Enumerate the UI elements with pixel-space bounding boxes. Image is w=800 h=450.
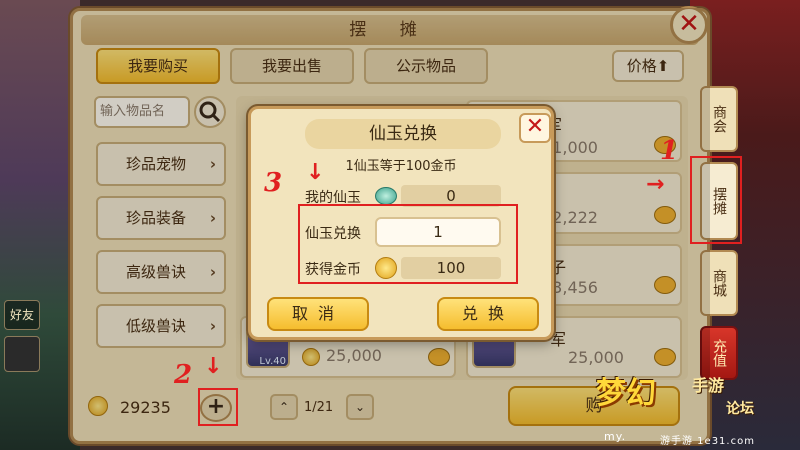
- annotation-number: 3: [264, 168, 283, 198]
- arrow-right-icon: →: [646, 172, 665, 197]
- game-logo: 梦幻 手游 论坛 my. 游手游 1e31.com: [596, 368, 796, 448]
- exchange-rate-text: 1仙玉等于100金币: [345, 159, 457, 174]
- annotation-box-add-button: [198, 388, 238, 426]
- exchange-button[interactable]: 兑换: [437, 297, 539, 331]
- close-icon[interactable]: ✕: [519, 113, 551, 143]
- logo-forum: 论坛: [726, 401, 754, 417]
- arrow-down-icon: ↓: [204, 354, 223, 379]
- annotation-box-stall-tab: [690, 156, 742, 244]
- chat-icon[interactable]: [4, 336, 40, 372]
- arrow-down-icon: ↓: [306, 160, 325, 185]
- cancel-button[interactable]: 取消: [267, 297, 369, 331]
- logo-title: 梦幻: [596, 376, 656, 411]
- jade-icon: [375, 187, 397, 205]
- logo-watermark: 游手游 1e31.com: [660, 436, 755, 447]
- logo-url: my.: [604, 430, 627, 443]
- logo-subtitle: 手游: [692, 376, 725, 395]
- friends-chip[interactable]: 好友: [4, 300, 40, 330]
- modal-title: 仙玉兑换: [369, 124, 437, 144]
- background-left-scene: [0, 0, 80, 450]
- annotation-box-exchange-fields: [298, 204, 518, 284]
- annotation-number: 1: [660, 136, 679, 166]
- annotation-number: 2: [174, 360, 193, 390]
